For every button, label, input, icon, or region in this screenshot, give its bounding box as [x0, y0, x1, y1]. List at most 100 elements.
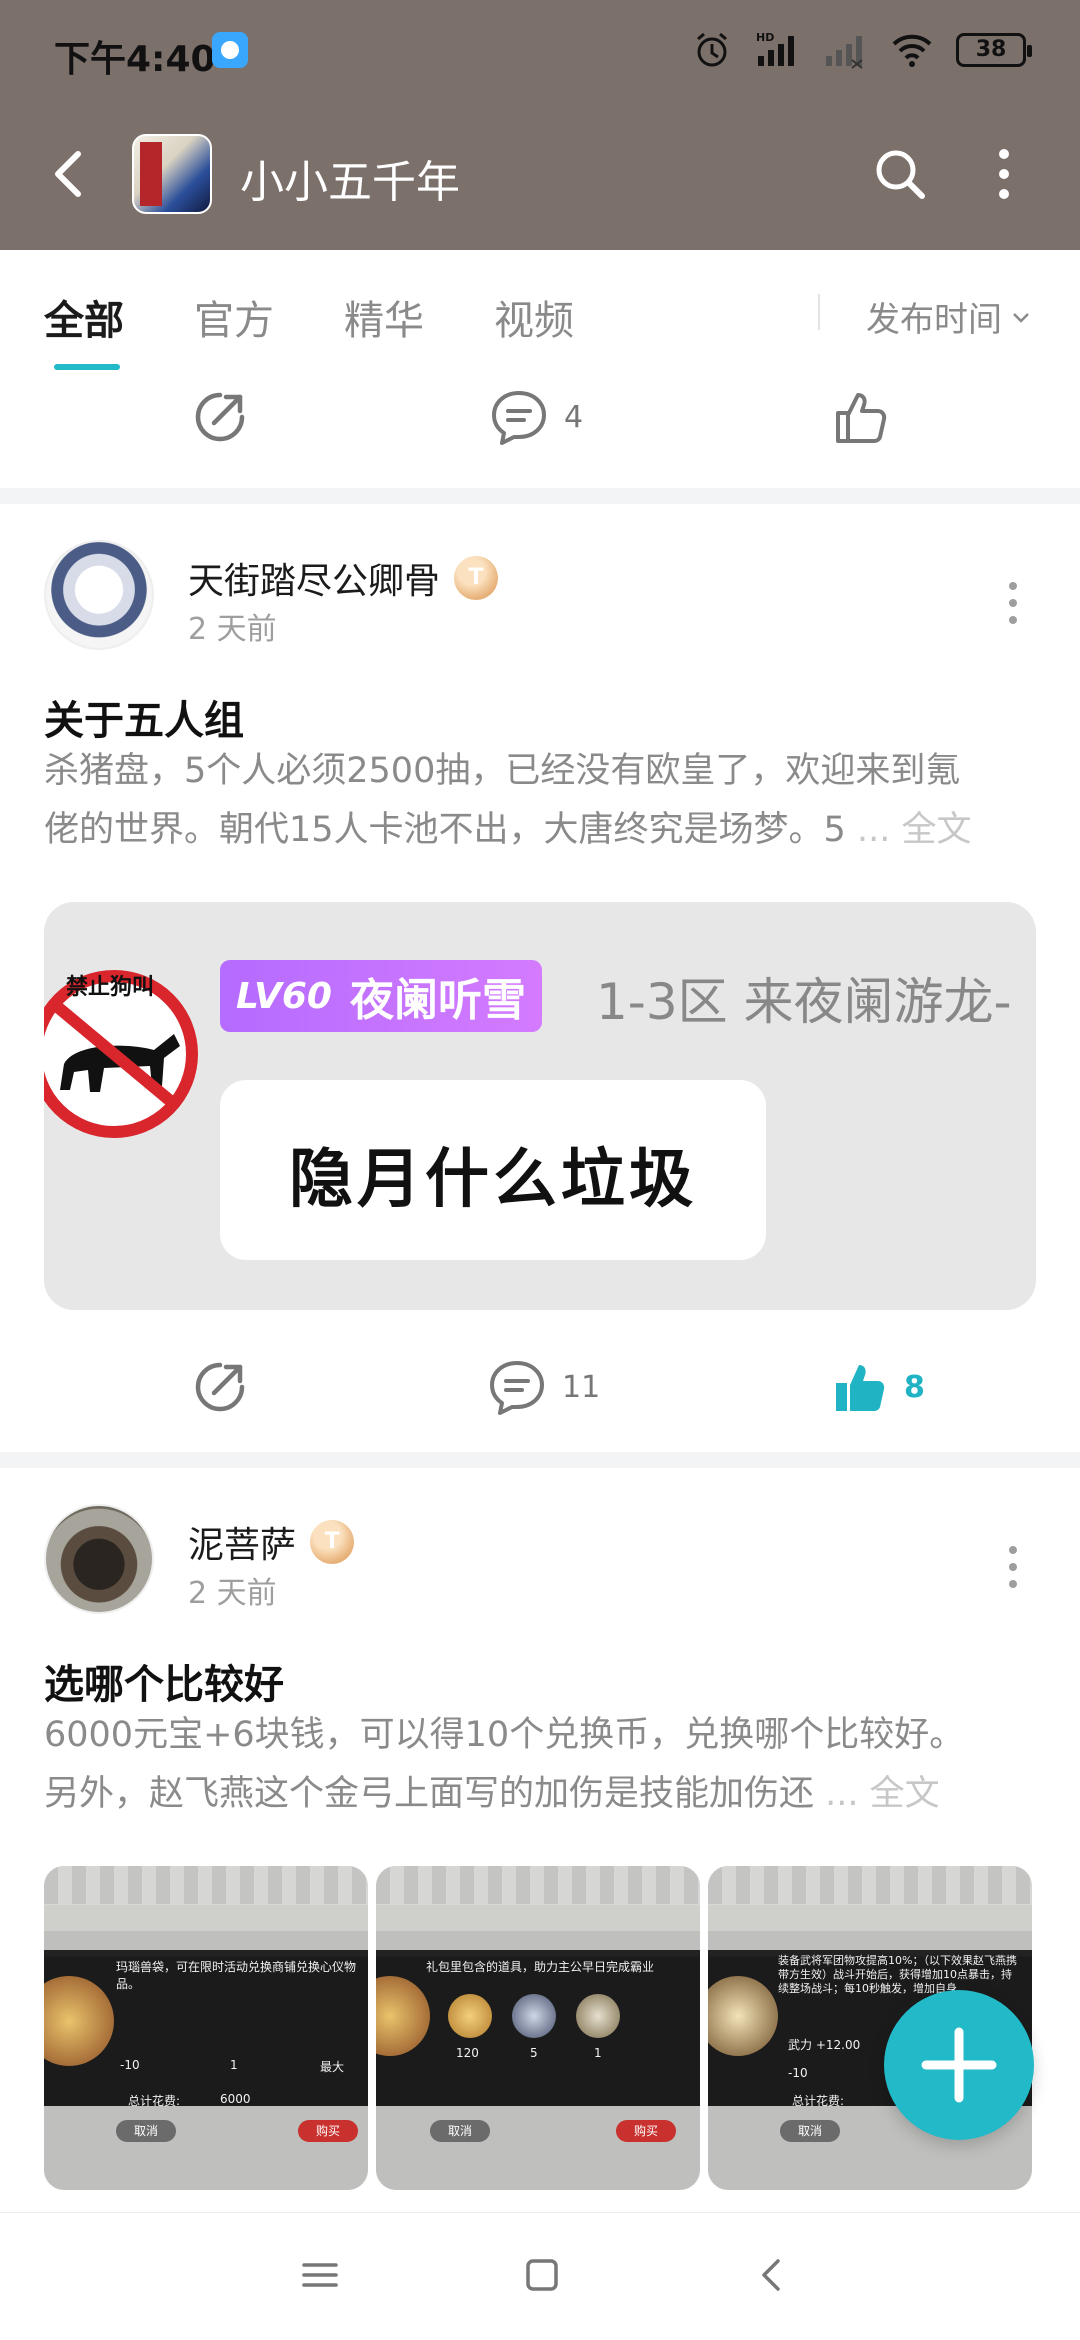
back-arrow-icon[interactable]	[40, 144, 100, 204]
prev-post-actions: 4	[0, 362, 1080, 472]
author-name[interactable]: 天街踏尽公卿骨	[188, 552, 440, 604]
qty-max: 最大	[320, 2060, 345, 2074]
post-image[interactable]: 禁止狗叫 LV60 夜阑听雪 1-3区 来夜阑游龙- 隐月什么垃圾	[44, 902, 1036, 1310]
total-value: 6000	[220, 2092, 251, 2106]
menu-icon[interactable]	[300, 2255, 340, 2295]
signal-empty-icon	[826, 36, 863, 69]
author-avatar[interactable]	[44, 1504, 154, 1614]
tab-all[interactable]: 全部	[44, 288, 124, 346]
like-button[interactable]: 8	[830, 1332, 925, 1442]
share-icon	[195, 1362, 245, 1412]
app-header: 小小五千年	[0, 100, 1080, 250]
status-time: 下午4:40	[54, 39, 216, 80]
share-button[interactable]	[190, 1332, 250, 1442]
plus-icon	[921, 2027, 997, 2103]
item-box	[576, 1994, 620, 2038]
search-icon[interactable]	[870, 144, 930, 204]
tab-featured[interactable]: 精华	[344, 288, 424, 346]
item-count: 5	[530, 2046, 538, 2060]
ellipsis: ...	[856, 810, 902, 850]
comment-icon	[490, 1361, 544, 1415]
item-coin	[448, 1994, 492, 2038]
comment-count: 11	[562, 1369, 601, 1405]
status-icons: HD 38	[692, 30, 1032, 70]
post-excerpt-line: 另外，赵飞燕这个金弓上面写的加伤是技能加伤还 ... 全文	[44, 1765, 1034, 1824]
feed-divider	[0, 488, 1080, 504]
page-title: 小小五千年	[240, 157, 460, 208]
feed-divider	[0, 1452, 1080, 1468]
level-tag-label: LV60	[236, 975, 332, 1017]
post-title[interactable]: 选哪个比较好	[44, 1652, 284, 1710]
item-desc: 礼包里包含的道具，助力主公早日完成霸业	[426, 1960, 655, 1974]
post-title[interactable]: 关于五人组	[44, 688, 244, 746]
item-count: 120	[456, 2046, 479, 2060]
feed-post[interactable]: 天街踏尽公卿骨 T 2 天前 关于五人组 杀猪盘，5个人必须2500抽，已经没有…	[0, 504, 1080, 1452]
item-orb	[376, 1976, 430, 2056]
post-excerpt-line: 6000元宝+6块钱，可以得10个兑换币，兑换哪个比较好。	[44, 1715, 965, 1755]
more-options-icon[interactable]	[984, 144, 1024, 204]
buy-pill: 购买	[298, 2120, 358, 2142]
status-bar: 下午4:40 HD 38	[0, 0, 1080, 100]
cancel-pill: 取消	[430, 2120, 490, 2142]
player-name-tag: 夜阑听雪	[349, 975, 526, 1026]
item-count: 1	[594, 2046, 602, 2060]
game-logo[interactable]	[132, 134, 212, 214]
like-button[interactable]	[830, 362, 890, 472]
create-post-button[interactable]	[884, 1990, 1034, 2140]
post-time: 2 天前	[188, 1576, 277, 1611]
post-excerpt[interactable]: 6000元宝+6块钱，可以得10个兑换币，兑换哪个比较好。 另外，赵飞燕这个金弓…	[44, 1706, 1034, 1824]
buy-pill: 购买	[616, 2120, 676, 2142]
level-badge: T	[454, 556, 499, 600]
comment-button[interactable]: 4	[488, 362, 583, 472]
battery-indicator: 38	[956, 33, 1032, 67]
post-excerpt-line: 杀猪盘，5个人必须2500抽，已经没有欧皇了，欢迎来到氪	[44, 751, 961, 791]
back-icon[interactable]	[752, 2255, 792, 2295]
read-full-link[interactable]: 全文	[870, 1774, 940, 1814]
chevron-down-icon	[1013, 312, 1029, 323]
post-image-thumbnail[interactable]: 礼包里包含的道具，助力主公早日完成霸业 120 5 1 取消 购买	[376, 1866, 700, 2190]
alarm-icon	[697, 32, 727, 67]
cancel-pill: 取消	[780, 2120, 840, 2142]
total-label: 总计花费:	[792, 2094, 845, 2108]
thumbs-up-icon	[836, 393, 887, 443]
post-excerpt-text: 佬的世界。朝代15人卡池不出，大唐终究是场梦。5	[44, 810, 857, 850]
svg-text:HD: HD	[756, 31, 774, 44]
author-avatar[interactable]	[44, 540, 154, 650]
item-pouch	[512, 1994, 556, 2038]
post-time: 2 天前	[188, 612, 277, 647]
level-badge: T	[310, 1520, 355, 1564]
post-actions: 11 8	[0, 1332, 1080, 1442]
post-excerpt-line: 佬的世界。朝代15人卡池不出，大唐终究是场梦。5 ... 全文	[44, 801, 1034, 860]
chat-bubble: 隐月什么垃圾	[220, 1080, 766, 1260]
thumbnail-border	[44, 1866, 368, 1904]
comment-button[interactable]: 11	[486, 1332, 600, 1442]
tab-video[interactable]: 视频	[494, 288, 574, 346]
qty-minus10: -10	[788, 2066, 808, 2080]
system-nav-bar	[0, 2212, 1080, 2340]
wifi-icon	[892, 34, 932, 67]
tab-official[interactable]: 官方	[194, 288, 274, 346]
item-orb	[708, 1976, 778, 2056]
post-more-icon[interactable]	[998, 578, 1028, 628]
category-tabs: 全部 官方 精华 视频 发布时间	[0, 250, 1080, 380]
no-dog-sign-text: 禁止狗叫	[66, 974, 154, 1000]
thumbnail-border	[376, 1866, 700, 1904]
qty-minus10: -10	[120, 2058, 140, 2072]
notification-app-icon	[212, 32, 248, 68]
sort-dropdown[interactable]: 发布时间	[866, 292, 1032, 341]
item-orb	[44, 1976, 114, 2066]
home-icon[interactable]	[522, 2255, 562, 2295]
author-name-row: 天街踏尽公卿骨 T	[188, 552, 499, 604]
chat-bubble-text: 隐月什么垃圾	[289, 1143, 697, 1217]
post-image-thumbnail[interactable]: 玛瑙兽袋，可在限时活动兑换商铺兑换心仪物品。 -10 1 最大 总计花费: 60…	[44, 1866, 368, 2190]
cancel-pill: 取消	[116, 2120, 176, 2142]
post-excerpt-text: 另外，赵飞燕这个金弓上面写的加伤是技能加伤还	[44, 1774, 826, 1814]
no-dog-sign-image: 禁止狗叫	[44, 970, 198, 1138]
author-name-row: 泥菩萨 T	[188, 1516, 355, 1568]
read-full-link[interactable]: 全文	[901, 810, 971, 850]
post-more-icon[interactable]	[998, 1542, 1028, 1592]
share-button[interactable]	[190, 362, 250, 472]
post-excerpt[interactable]: 杀猪盘，5个人必须2500抽，已经没有欧皇了，欢迎来到氪 佬的世界。朝代15人卡…	[44, 742, 1034, 860]
author-name[interactable]: 泥菩萨	[188, 1516, 296, 1568]
item-stat: 武力 +12.00	[788, 2038, 861, 2052]
